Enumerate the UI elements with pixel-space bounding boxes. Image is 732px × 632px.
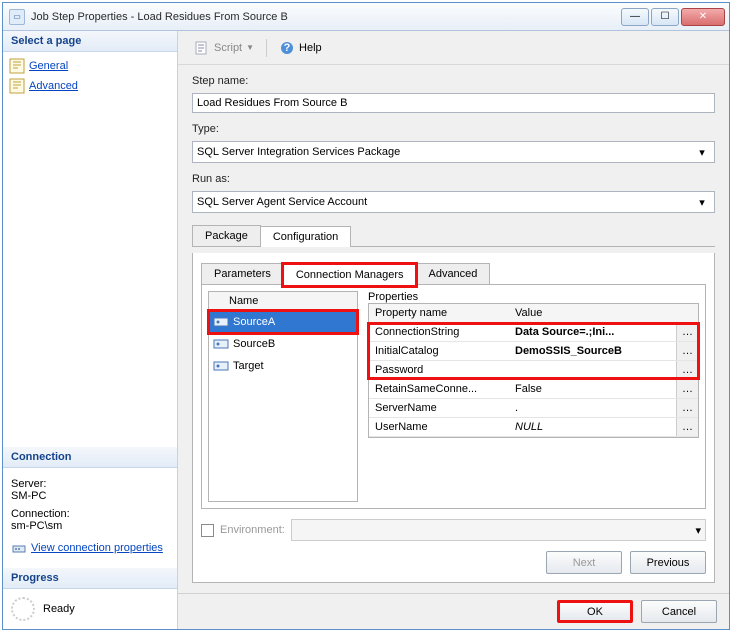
connection-manager-list[interactable]: Name SourceA SourceB Targe [208,291,358,502]
cm-item-target[interactable]: Target [209,355,357,377]
connection-icon [11,540,27,556]
cm-item-sourcea[interactable]: SourceA [209,311,357,333]
type-dropdown[interactable]: SQL Server Integration Services Package … [192,141,715,163]
help-button[interactable]: ? Help [273,38,328,58]
progress-spinner-icon [11,597,35,621]
ellipsis-button[interactable]: … [676,342,698,360]
environment-dropdown: ▾ [291,519,706,541]
previous-button[interactable]: Previous [630,551,706,574]
runas-label: Run as: [192,173,715,185]
prop-row-retainsameconnection[interactable]: RetainSameConne... False … [369,380,698,399]
page-item-advanced[interactable]: Advanced [7,76,173,96]
tab-parameters[interactable]: Parameters [201,263,284,284]
connection-header: Connection [3,447,177,468]
environment-checkbox[interactable] [201,524,214,537]
minimize-button[interactable]: — [621,8,649,26]
type-label: Type: [192,123,715,135]
prop-row-servername[interactable]: ServerName . … [369,399,698,418]
prop-row-connectionstring[interactable]: ConnectionString Data Source=.;Ini... … [369,323,698,342]
prop-col-value: Value [509,304,548,322]
select-page-header: Select a page [3,31,177,52]
maximize-button[interactable]: ☐ [651,8,679,26]
right-panel: Script ▼ ? Help Step name: Type: SQL Ser… [178,31,729,629]
prop-col-name: Property name [369,304,509,322]
toolbar: Script ▼ ? Help [178,31,729,65]
stepname-label: Step name: [192,75,715,87]
runas-dropdown[interactable]: SQL Server Agent Service Account ▾ [192,191,715,213]
properties-label: Properties [368,291,699,303]
connection-value: sm-PC\sm [11,520,169,532]
tab-advanced[interactable]: Advanced [415,263,490,284]
environment-label: Environment: [220,524,285,536]
prop-row-password[interactable]: Password … [369,361,698,380]
connection-icon [213,314,229,330]
outer-tabstrip: Package Configuration [192,225,715,247]
ellipsis-button[interactable]: … [676,361,698,379]
tab-connection-managers[interactable]: Connection Managers [283,264,417,285]
help-icon: ? [279,40,295,56]
dropdown-arrow-icon: ▾ [694,146,710,159]
connection-icon [213,358,229,374]
connection-label: Connection: [11,508,169,520]
inner-tabstrip: Parameters Connection Managers Advanced [201,263,706,285]
cm-column-header: Name [209,292,357,311]
page-item-general[interactable]: General [7,56,173,76]
prop-row-username[interactable]: UserName NULL … [369,418,698,437]
cm-item-sourceb[interactable]: SourceB [209,333,357,355]
toolbar-separator [266,39,267,57]
svg-text:?: ? [284,42,291,54]
dialog-footer: OK Cancel [178,593,729,629]
script-button: Script ▼ [188,38,260,58]
server-label: Server: [11,478,169,490]
properties-grid: Property name Value ConnectionString Dat… [368,303,699,438]
next-button: Next [546,551,622,574]
cancel-button[interactable]: Cancel [641,600,717,623]
dialog-window: ▭ Job Step Properties - Load Residues Fr… [2,2,730,630]
app-icon: ▭ [9,9,25,25]
page-icon [9,78,25,94]
left-panel: Select a page General Advanced Connectio… [3,31,178,629]
ellipsis-button[interactable]: … [676,418,698,436]
stepname-input[interactable] [192,93,715,113]
window-title: Job Step Properties - Load Residues From… [31,11,621,23]
script-icon [194,40,210,56]
connection-icon [213,336,229,352]
tab-configuration[interactable]: Configuration [260,226,351,247]
ellipsis-button[interactable]: … [676,323,698,341]
ellipsis-button[interactable]: … [676,380,698,398]
progress-state: Ready [43,603,75,615]
titlebar[interactable]: ▭ Job Step Properties - Load Residues Fr… [3,3,729,31]
ok-button[interactable]: OK [557,600,633,623]
page-icon [9,58,25,74]
progress-header: Progress [3,568,177,589]
dropdown-arrow-icon: ▾ [694,196,710,209]
view-connection-link[interactable]: View connection properties [31,542,163,554]
prop-row-initialcatalog[interactable]: InitialCatalog DemoSSIS_SourceB … [369,342,698,361]
server-value: SM-PC [11,490,169,502]
ellipsis-button[interactable]: … [676,399,698,417]
tab-package[interactable]: Package [192,225,261,246]
dropdown-arrow-icon: ▾ [695,524,701,537]
close-button[interactable]: ✕ [681,8,725,26]
